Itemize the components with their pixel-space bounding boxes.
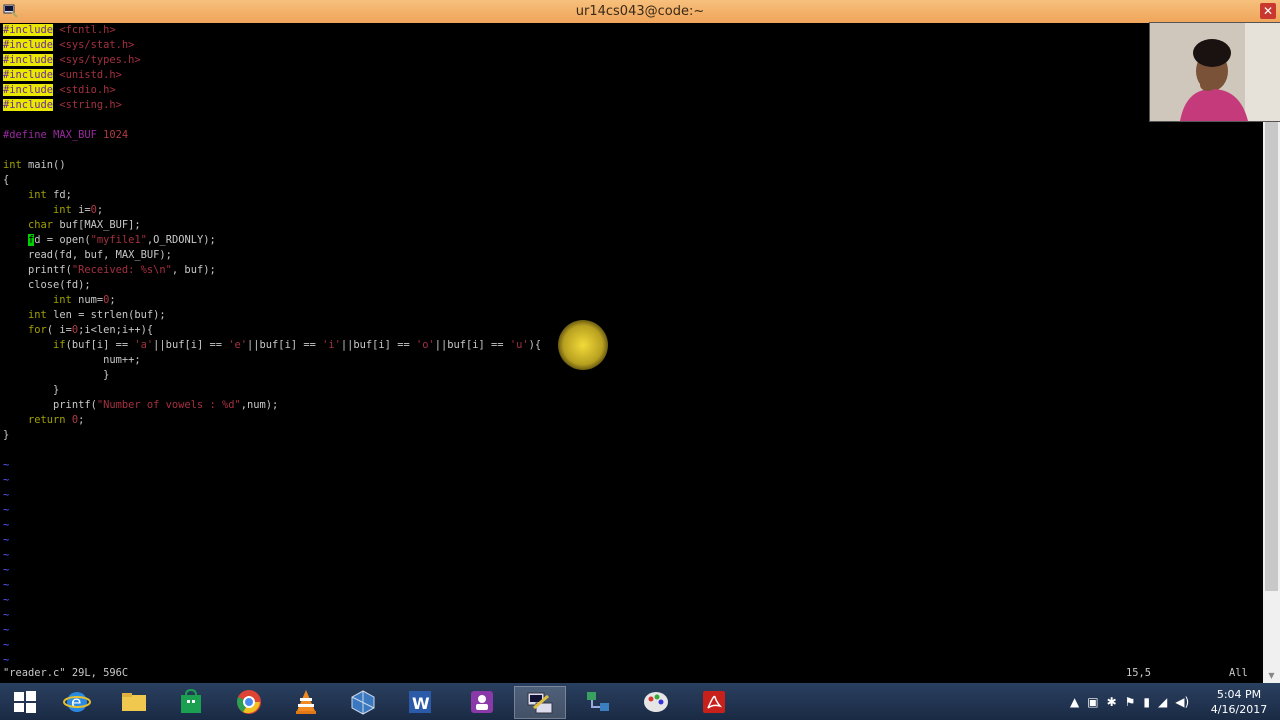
code-line-for: for( i=0;i<len;i++){ bbox=[28, 324, 154, 336]
code-line-decl-fd: int fd; bbox=[28, 189, 72, 201]
tilde-line: ~ bbox=[3, 549, 10, 561]
clock-time: 5:04 PM bbox=[1216, 688, 1262, 701]
scroll-down-arrow-icon[interactable]: ▼ bbox=[1266, 670, 1277, 681]
code-line-define: #define MAX_BUF 1024 bbox=[3, 129, 129, 141]
code-line-num-inc: num++; bbox=[103, 354, 141, 366]
taskbar-internet-explorer[interactable]: e bbox=[52, 686, 102, 717]
word-icon: W bbox=[409, 690, 431, 713]
vim-file-info: "reader.c" 29L, 596C bbox=[3, 667, 129, 679]
webcam-person-image bbox=[1150, 23, 1280, 121]
start-button[interactable] bbox=[0, 686, 50, 717]
code-line-inner-close: } bbox=[103, 369, 110, 381]
taskbar-paint[interactable] bbox=[631, 686, 681, 717]
wifi-icon[interactable]: ◢ bbox=[1158, 695, 1167, 709]
taskbar-network-app[interactable] bbox=[573, 686, 623, 717]
taskbar: e W ▲ ▣ ✱ ⚑ ▮ ◢ ◀) 5:04 PM 4/16/2017 bbox=[0, 683, 1280, 720]
close-button[interactable]: ✕ bbox=[1260, 3, 1276, 19]
tilde-line: ~ bbox=[3, 564, 10, 576]
tilde-line: ~ bbox=[3, 579, 10, 591]
taskbar-putty[interactable] bbox=[514, 686, 566, 719]
taskbar-chrome[interactable] bbox=[224, 686, 274, 717]
network-blocked-icon[interactable]: ⚑ bbox=[1125, 695, 1136, 709]
code-line-decl-i: int i=0; bbox=[53, 204, 104, 216]
battery-icon[interactable]: ▮ bbox=[1143, 695, 1150, 709]
window-title: ur14cs043@code:~ bbox=[575, 4, 705, 19]
code-line-4: #include <unistd.h> bbox=[3, 69, 122, 81]
code-line-2: #include <sys/stat.h> bbox=[3, 39, 135, 51]
putty-icon bbox=[527, 692, 553, 713]
window-titlebar[interactable]: ur14cs043@code:~ ✕ bbox=[0, 0, 1280, 24]
taskbar-word[interactable]: W bbox=[395, 686, 445, 717]
svg-text:e: e bbox=[71, 693, 81, 713]
network-diagram-icon bbox=[587, 691, 609, 711]
tilde-line: ~ bbox=[3, 474, 10, 486]
vlc-cone-icon bbox=[296, 689, 316, 714]
taskbar-file-explorer[interactable] bbox=[109, 686, 159, 717]
paint-palette-icon bbox=[644, 691, 668, 712]
taskbar-clock[interactable]: 5:04 PM 4/16/2017 bbox=[1206, 687, 1272, 717]
tilde-line: ~ bbox=[3, 519, 10, 531]
clock-date: 4/16/2017 bbox=[1210, 703, 1268, 716]
code-line-main: int main() bbox=[3, 159, 66, 171]
action-center-icon[interactable]: ▣ bbox=[1087, 695, 1098, 709]
code-line-decl-len: int len = strlen(buf); bbox=[28, 309, 166, 321]
code-line-decl-num: int num=0; bbox=[53, 294, 116, 306]
taskbar-virtualbox[interactable] bbox=[338, 686, 388, 717]
store-icon bbox=[181, 688, 201, 713]
svg-text:W: W bbox=[412, 694, 430, 713]
tilde-line: ~ bbox=[3, 594, 10, 606]
code-line-close: close(fd); bbox=[28, 279, 91, 291]
settings-tray-icon[interactable]: ✱ bbox=[1107, 695, 1117, 709]
taskbar-teams[interactable] bbox=[457, 686, 507, 717]
code-line-printf-received: printf("Received: %s\n", buf); bbox=[28, 264, 216, 276]
tilde-line: ~ bbox=[3, 624, 10, 636]
code-line-6: #include <string.h> bbox=[3, 99, 122, 111]
code-line-decl-buf: char buf[MAX_BUF]; bbox=[28, 219, 141, 231]
tilde-line: ~ bbox=[3, 609, 10, 621]
tilde-line: ~ bbox=[3, 654, 10, 666]
chrome-icon bbox=[237, 689, 261, 714]
video-meeting-icon bbox=[471, 690, 493, 713]
taskbar-store[interactable] bbox=[166, 686, 216, 717]
vim-scroll-indicator: All bbox=[1229, 667, 1248, 679]
webcam-overlay bbox=[1149, 22, 1280, 122]
internet-explorer-icon: e bbox=[63, 691, 91, 713]
tilde-line: ~ bbox=[3, 489, 10, 501]
virtualbox-icon bbox=[351, 689, 375, 715]
show-hidden-icons-icon[interactable]: ▲ bbox=[1070, 695, 1079, 709]
code-line-1: #include <fcntl.h> bbox=[3, 24, 116, 36]
tilde-line: ~ bbox=[3, 534, 10, 546]
code-line-read: read(fd, buf, MAX_BUF); bbox=[28, 249, 172, 261]
taskbar-acrobat[interactable] bbox=[689, 686, 739, 717]
mouse-pointer-highlight bbox=[558, 320, 608, 370]
taskbar-vlc[interactable] bbox=[281, 686, 331, 717]
vim-cursor-position: 15,5 bbox=[1126, 667, 1152, 679]
code-line-printf-vowels: printf("Number of vowels : %d",num); bbox=[53, 399, 279, 411]
windows-logo-icon bbox=[14, 690, 36, 713]
code-line-open-brace: { bbox=[3, 174, 10, 186]
code-line-open: fd = open("myfile1",O_RDONLY); bbox=[28, 234, 216, 246]
folder-icon bbox=[122, 692, 146, 711]
code-line-3: #include <sys/types.h> bbox=[3, 54, 141, 66]
code-line-return: return 0; bbox=[28, 414, 85, 426]
code-line-for-close: } bbox=[53, 384, 60, 396]
code-line-close-brace: } bbox=[3, 429, 10, 441]
tilde-line: ~ bbox=[3, 639, 10, 651]
tilde-line: ~ bbox=[3, 504, 10, 516]
scroll-thumb[interactable] bbox=[1265, 51, 1278, 591]
code-line-if: if(buf[i] == 'a'||buf[i] == 'e'||buf[i] … bbox=[53, 339, 542, 351]
tilde-line: ~ bbox=[3, 459, 10, 471]
code-line-5: #include <stdio.h> bbox=[3, 84, 116, 96]
volume-icon[interactable]: ◀) bbox=[1175, 695, 1189, 709]
system-tray: ▲ ▣ ✱ ⚑ ▮ ◢ ◀) bbox=[1070, 683, 1210, 720]
terminal-area[interactable]: #include <fcntl.h> #include <sys/stat.h>… bbox=[0, 23, 1263, 683]
acrobat-icon bbox=[703, 690, 725, 713]
vertical-scrollbar[interactable]: ▲ ▼ bbox=[1263, 23, 1280, 683]
